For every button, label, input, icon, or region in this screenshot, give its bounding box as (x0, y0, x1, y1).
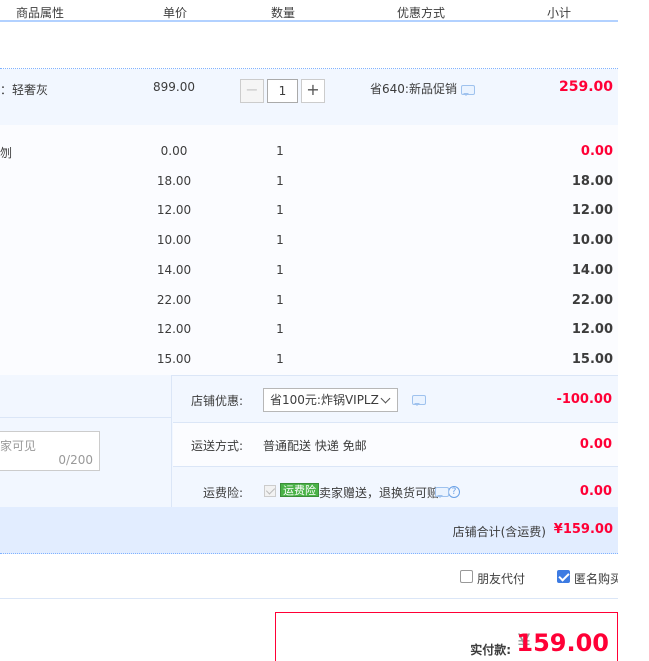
shipping-label: 运送方式: (190, 439, 243, 453)
shipping-value: 普通配送 快递 免邮 (263, 439, 367, 453)
payment-label: 实付款: (470, 643, 511, 657)
item-subtotal: 14.00 (571, 263, 613, 278)
coupon-selected: 省100元:炸锅VIPLZ (270, 393, 379, 407)
anonymous-label[interactable]: 匿名购买 (574, 570, 618, 587)
item-price: 0.00 (160, 144, 188, 158)
item-qty: 1 (276, 352, 284, 366)
item-subtotal: 0.00 (580, 144, 613, 159)
payment-box: 实付款: ¥ 159.00 (275, 612, 618, 661)
item-price: 22.00 (156, 293, 192, 307)
item-qty: 1 (276, 233, 284, 247)
item-price: 10.00 (156, 233, 192, 247)
item-subtotal: 18.00 (571, 174, 613, 189)
header-promo: 优惠方式 (397, 6, 446, 20)
memo-placeholder: 家可见 (0, 439, 37, 453)
table-header: 商品属性 单价 数量 优惠方式 小计 (0, 0, 618, 22)
header-attr: 商品属性 (16, 6, 65, 20)
item-subtotal: 22.00 (571, 293, 613, 308)
insurance-icons: ? (435, 484, 460, 498)
item-attr: 刎 (0, 146, 13, 160)
friend-pay-label[interactable]: 朋友代付 (477, 570, 525, 587)
insurance-label: 运费险: (202, 486, 243, 500)
item-price: 12.00 (156, 203, 192, 217)
friend-pay-checkbox[interactable] (460, 570, 473, 583)
item-price: 899.00 (153, 80, 195, 94)
memo-count: 0/200 (58, 453, 93, 467)
chat-icon[interactable] (412, 395, 426, 406)
insurance-amount: 0.00 (579, 484, 612, 499)
item-subtotal: 12.00 (571, 322, 613, 337)
header-qty: 数量 (271, 6, 296, 20)
help-icon[interactable]: ? (448, 485, 460, 498)
item-price: 12.00 (156, 322, 192, 336)
insurance-row: 运费险: 运费险 卖家赠送，退换货可赔 ? 0.00 (173, 466, 618, 507)
promo-label: 省640:新品促销 (370, 82, 457, 96)
anonymous-checkbox[interactable] (557, 570, 570, 583)
store-coupon-row: 店铺优惠: 省100元:炸锅VIPLZ -100.00 (173, 378, 618, 422)
chevron-down-icon (380, 393, 391, 404)
chat-icon[interactable] (435, 486, 449, 498)
item-subtotal: 10.00 (571, 233, 613, 248)
item-qty: 1 (276, 174, 284, 188)
shipping-amount: 0.00 (579, 437, 612, 452)
item-price: 14.00 (156, 263, 192, 277)
divider (0, 417, 172, 418)
coupon-select[interactable]: 省100元:炸锅VIPLZ (263, 388, 398, 412)
header-subtotal: 小计 (547, 6, 572, 20)
header-price: 单价 (163, 6, 188, 20)
item-attr: ：轻奢灰 (0, 83, 49, 97)
insurance-text: 卖家赠送，退换货可赔 (319, 486, 440, 500)
store-total-bar: 店铺合计(含运费) ¥159.00 (0, 507, 618, 554)
store-coupon-label: 店铺优惠: (190, 394, 243, 408)
item-price: 18.00 (156, 174, 192, 188)
quantity-input[interactable]: 1 (267, 79, 298, 103)
item-qty: 1 (276, 293, 284, 307)
item-qty: 1 (276, 263, 284, 277)
promo-text: 省640:新品促销 (370, 80, 475, 97)
item-qty: 1 (276, 203, 284, 217)
item-price: 15.00 (156, 352, 192, 366)
insurance-checkbox (264, 485, 276, 497)
item-subtotal: 12.00 (571, 203, 613, 218)
item-qty: 1 (276, 144, 284, 158)
plus-icon[interactable]: + (301, 79, 325, 103)
coupon-amount: -100.00 (556, 392, 612, 407)
chat-icon[interactable] (460, 84, 475, 96)
memo-field[interactable]: 家可见 0/200 (0, 431, 100, 471)
pay-options: 朋友代付 匿名购买 (0, 555, 618, 599)
store-total-value: ¥159.00 (553, 522, 613, 537)
item-subtotal: 15.00 (571, 352, 613, 367)
minus-icon[interactable]: − (240, 79, 264, 103)
item-qty: 1 (276, 322, 284, 336)
shipping-row: 运送方式: 普通配送 快递 免邮 0.00 (173, 422, 618, 466)
insurance-badge: 运费险 (280, 483, 319, 497)
store-total-label: 店铺合计(含运费) (452, 525, 546, 539)
item-subtotal: 259.00 (558, 79, 613, 95)
payment-amount: 159.00 (516, 629, 609, 657)
